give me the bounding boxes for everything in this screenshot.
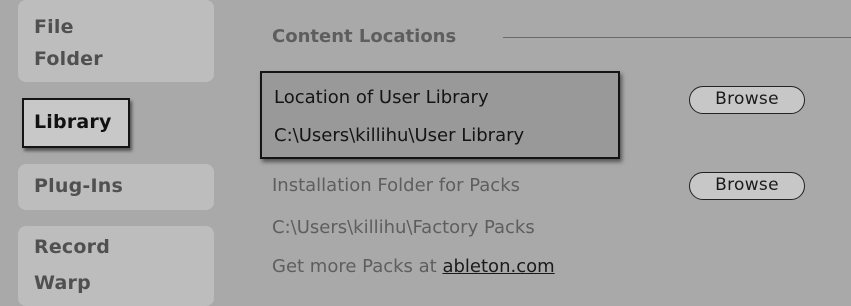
get-more-packs-prefix: Get more Packs at: [272, 256, 443, 277]
sidebar-item-library[interactable]: Library: [22, 98, 130, 148]
sidebar-item-label-library: Library: [34, 111, 112, 133]
get-more-packs: Get more Packs at ableton.com: [272, 256, 555, 277]
packs-folder-path: C:\Users\killihu\Factory Packs: [272, 217, 535, 238]
sidebar-item-file-folder[interactable]: File Folder: [18, 0, 214, 82]
preferences-sidebar: File Folder Library Plug-Ins Record Warp: [0, 0, 248, 306]
ableton-link[interactable]: ableton.com: [442, 256, 554, 277]
user-library-label: Location of User Library: [274, 87, 489, 108]
user-library-path: C:\Users\killihu\User Library: [274, 125, 525, 146]
sidebar-item-label-warp: Warp: [34, 272, 91, 294]
browse-user-library-button[interactable]: Browse: [689, 86, 805, 114]
browse-packs-button[interactable]: Browse: [689, 172, 805, 200]
section-title: Content Locations: [272, 26, 457, 47]
sidebar-item-label-folder: Folder: [34, 48, 103, 70]
sidebar-item-record-warp[interactable]: Record Warp: [18, 226, 214, 306]
sidebar-item-label-record: Record: [34, 236, 111, 258]
sidebar-item-label-plug-ins: Plug-Ins: [34, 175, 123, 197]
user-library-highlight: Location of User Library C:\Users\killih…: [260, 71, 620, 159]
packs-folder-label: Installation Folder for Packs: [272, 175, 521, 196]
sidebar-item-label-file: File: [34, 16, 74, 38]
section-divider: [503, 37, 851, 38]
preferences-library-pane: Content Locations Location of User Libra…: [248, 0, 851, 294]
sidebar-item-plug-ins[interactable]: Plug-Ins: [18, 164, 214, 210]
